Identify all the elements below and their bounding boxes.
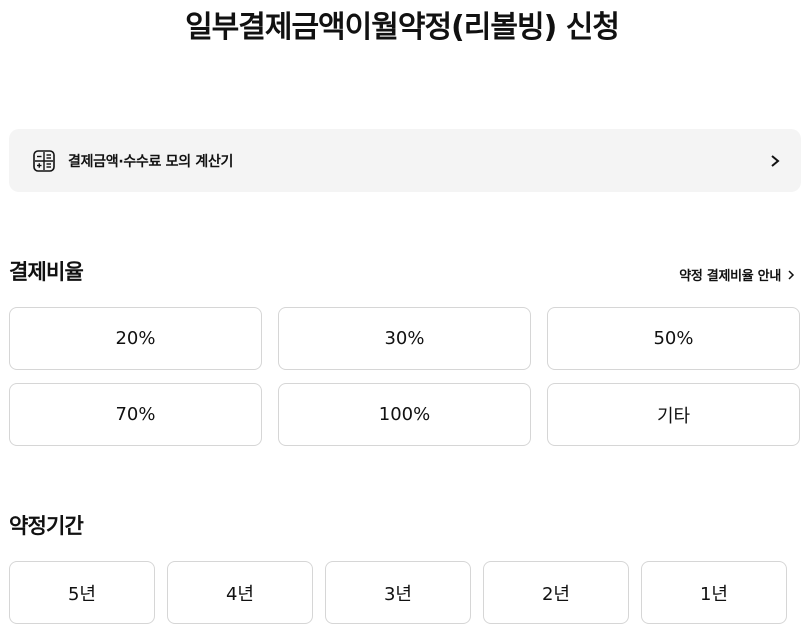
ratio-option-70[interactable]: 70% <box>9 383 262 446</box>
calculator-banner-button[interactable]: 결제금액·수수료 모의 계산기 <box>9 129 801 192</box>
payment-ratio-options: 20% 30% 50% 70% 100% 기타 <box>9 307 801 446</box>
calculator-icon <box>33 149 55 172</box>
ratio-guide-label: 약정 결제비율 안내 <box>679 269 781 284</box>
period-option-2y[interactable]: 2년 <box>483 561 629 624</box>
calculator-label: 결제금액·수수료 모의 계산기 <box>68 153 234 170</box>
period-option-4y[interactable]: 4년 <box>167 561 313 624</box>
contract-period-options: 5년 4년 3년 2년 1년 <box>9 561 801 624</box>
ratio-option-other[interactable]: 기타 <box>547 383 800 446</box>
chevron-right-icon <box>771 154 780 167</box>
period-option-1y[interactable]: 1년 <box>641 561 787 624</box>
ratio-guide-link[interactable]: 약정 결제비율 안내 <box>679 265 795 284</box>
ratio-option-20[interactable]: 20% <box>9 307 262 370</box>
ratio-option-50[interactable]: 50% <box>547 307 800 370</box>
ratio-option-30[interactable]: 30% <box>278 307 531 370</box>
ratio-option-100[interactable]: 100% <box>278 383 531 446</box>
period-option-3y[interactable]: 3년 <box>325 561 471 624</box>
contract-period-title: 약정기간 <box>9 514 84 538</box>
chevron-right-small-icon <box>788 269 795 280</box>
period-option-5y[interactable]: 5년 <box>9 561 155 624</box>
page-title: 일부결제금액이월약정(리볼빙) 신청 <box>185 10 620 45</box>
payment-ratio-title: 결제비율 <box>9 260 84 284</box>
page: 일부결제금액이월약정(리볼빙) 신청 결제금액·수수료 모의 계산기 결제비율 … <box>0 0 804 631</box>
